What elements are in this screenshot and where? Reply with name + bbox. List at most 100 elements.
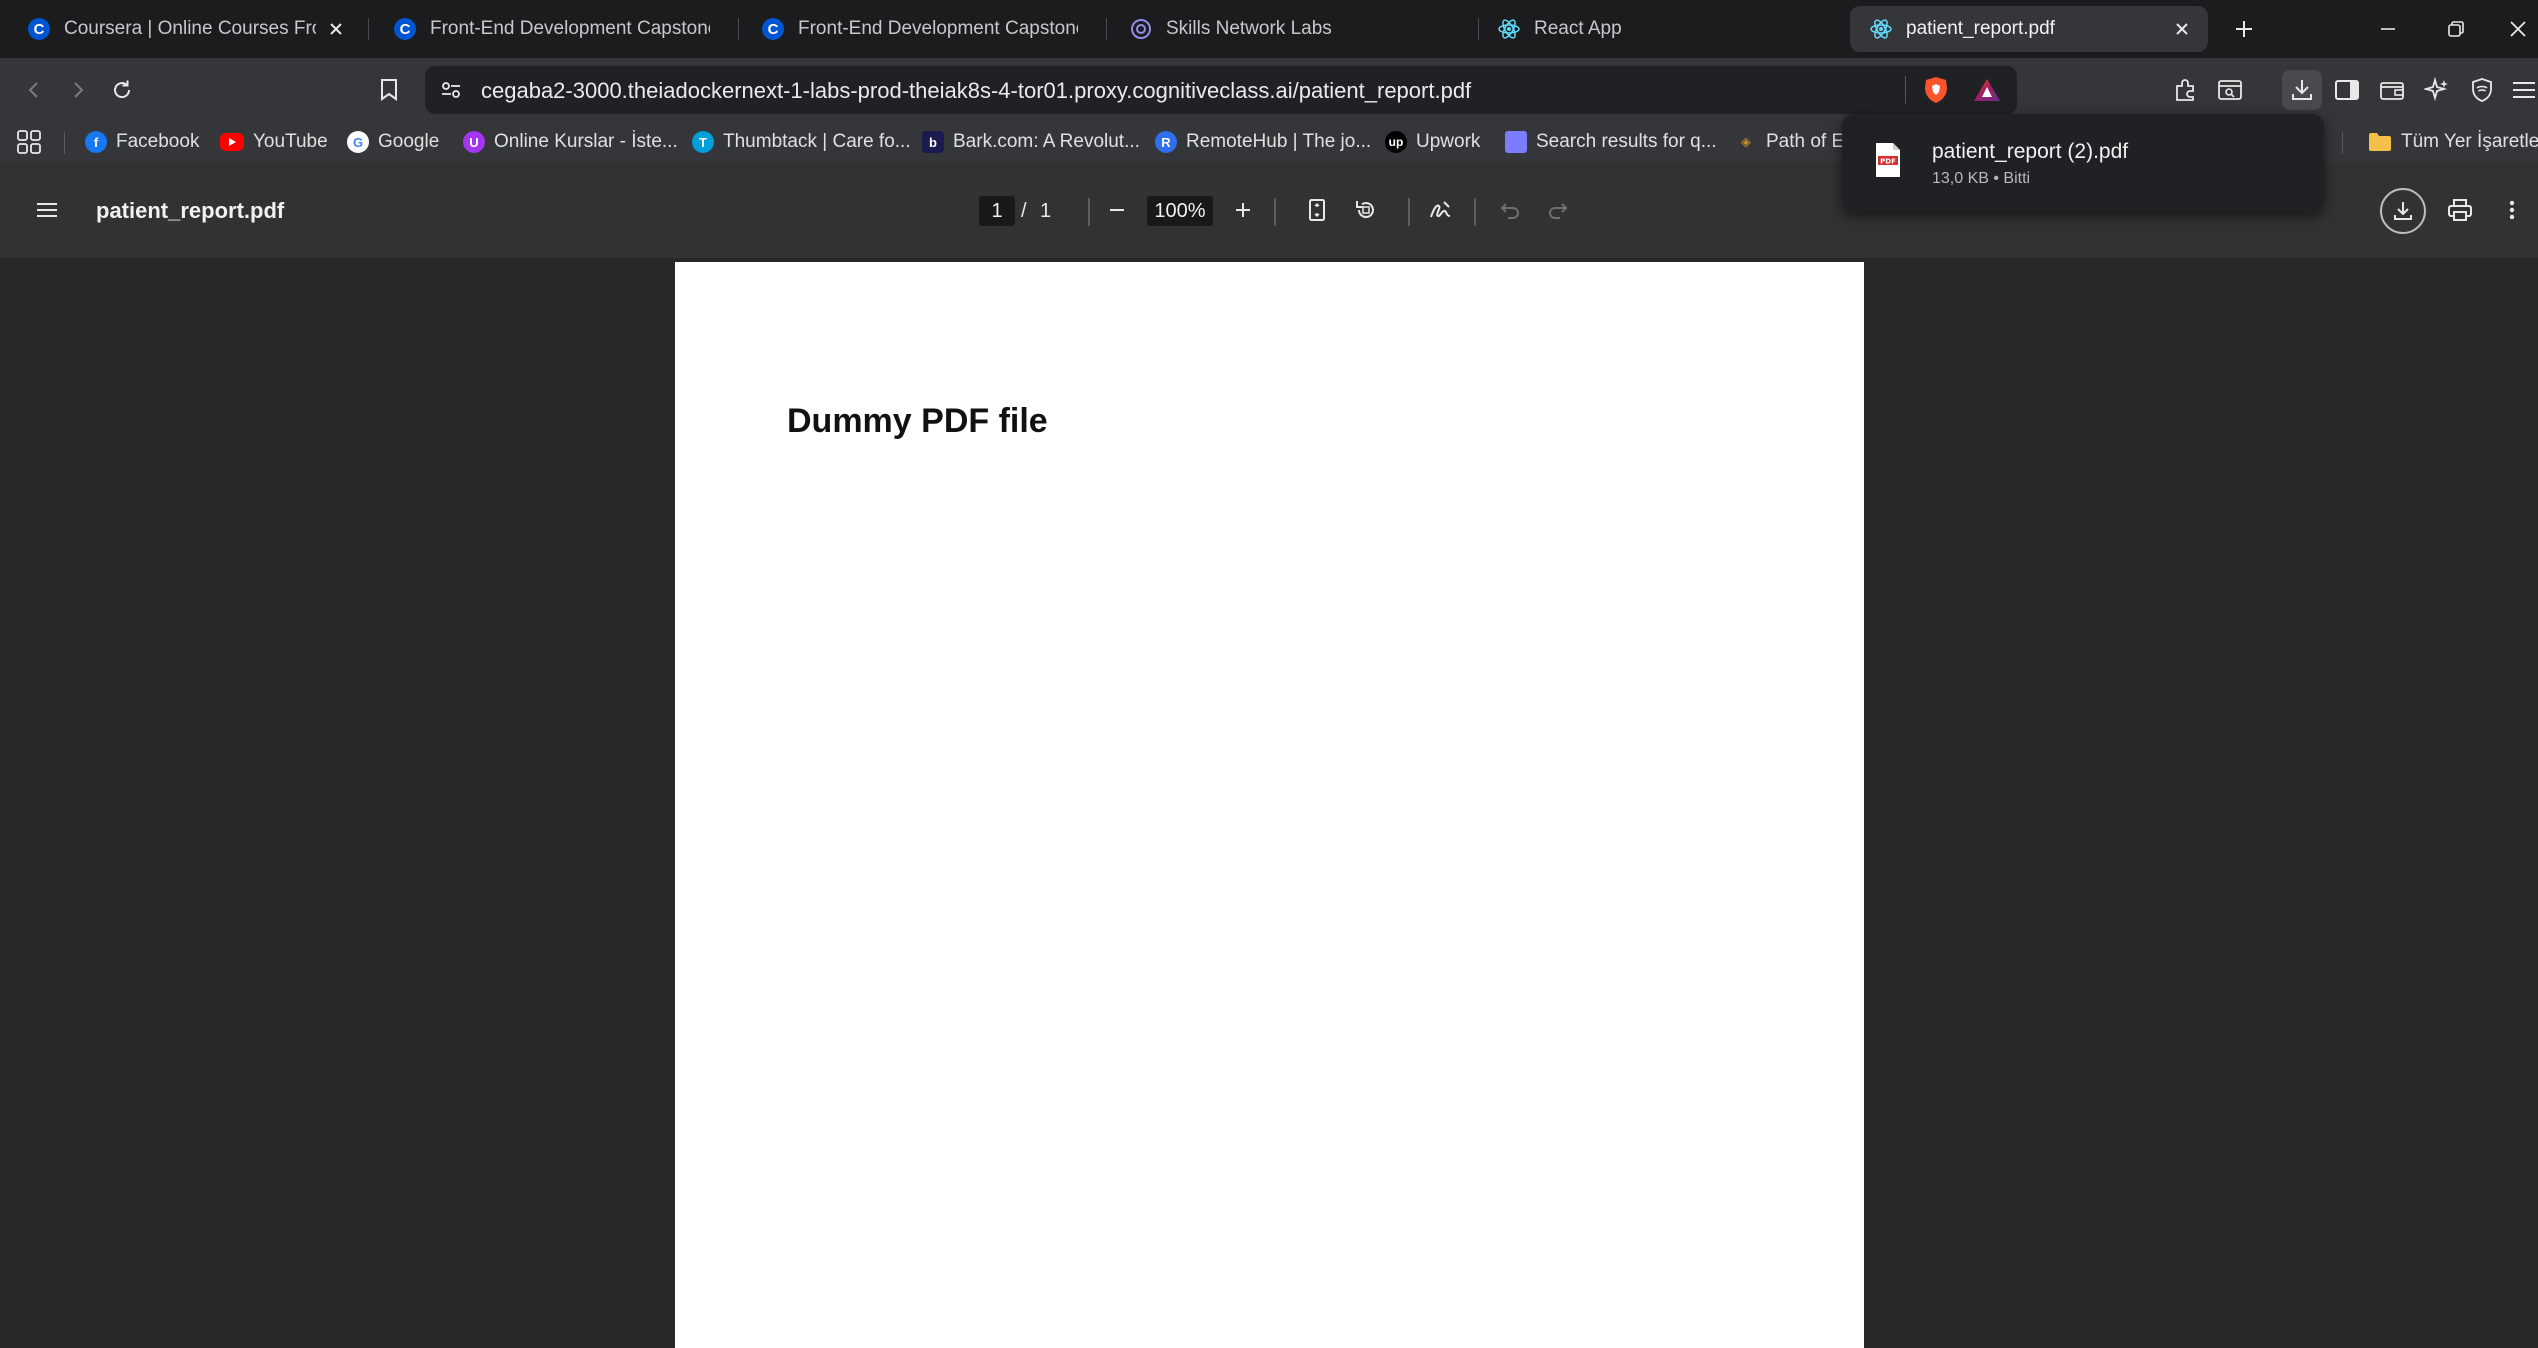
bookmark-label: Upwork — [1416, 131, 1481, 152]
search-tabs-icon[interactable] — [2210, 70, 2250, 110]
tab-title: patient_report.pdf — [1906, 18, 2055, 39]
tab-title: React App — [1534, 18, 1622, 39]
bookmark-label: YouTube — [253, 131, 328, 152]
apps-icon[interactable] — [16, 128, 42, 156]
pdf-page: Dummy PDF file — [675, 262, 1864, 1348]
reload-button[interactable] — [102, 70, 142, 110]
pdf-menu-icon[interactable] — [27, 190, 67, 230]
bookmark-facebook[interactable]: f Facebook — [85, 128, 199, 156]
tab-skills-network[interactable]: Skills Network Labs — [1110, 6, 1460, 52]
undo-icon[interactable] — [1490, 190, 1530, 230]
bookmarks-divider — [2342, 132, 2343, 154]
all-bookmarks-folder[interactable]: Tüm Yer İşaretleri — [2368, 128, 2538, 156]
tab-patient-report[interactable]: patient_report.pdf — [1850, 6, 2208, 52]
minimize-button[interactable] — [2366, 8, 2410, 50]
upwork-icon: up — [1385, 131, 1407, 153]
tab-divider — [368, 18, 369, 40]
tab-title: Front-End Development Capstone Pr — [798, 18, 1078, 39]
download-item[interactable]: PDF patient_report (2).pdf 13,0 KB • Bit… — [1842, 114, 2324, 212]
restore-button[interactable] — [2434, 8, 2478, 50]
tab-react-app[interactable]: React App — [1478, 6, 1828, 52]
rotate-icon[interactable] — [1346, 190, 1386, 230]
tab-divider — [1106, 18, 1107, 40]
google-icon: G — [347, 131, 369, 153]
address-bar[interactable]: cegaba2-3000.theiadockernext-1-labs-prod… — [425, 66, 2017, 114]
more-options-icon[interactable] — [2492, 190, 2532, 230]
omnibox-divider — [1905, 76, 1906, 104]
redo-icon[interactable] — [1538, 190, 1578, 230]
leo-ai-icon[interactable] — [2417, 70, 2457, 110]
print-icon[interactable] — [2440, 190, 2480, 230]
zoom-input[interactable]: 100% — [1147, 196, 1213, 226]
sidebar-toggle-icon[interactable] — [2327, 70, 2367, 110]
brave-rewards-icon[interactable] — [1973, 78, 2001, 102]
bookmark-page-icon[interactable] — [369, 70, 409, 110]
bookmark-search-results[interactable]: Search results for q... — [1505, 128, 1717, 156]
facebook-icon: f — [85, 131, 107, 153]
thumbtack-icon: T — [692, 131, 714, 153]
close-tab-icon[interactable] — [324, 17, 348, 41]
fit-page-icon[interactable] — [1297, 190, 1337, 230]
page-separator: / — [1021, 200, 1027, 222]
skills-network-icon — [1130, 18, 1152, 40]
tab-coursera[interactable]: C Coursera | Online Courses From — [8, 6, 362, 52]
bookmark-youtube[interactable]: YouTube — [220, 128, 328, 156]
bookmark-udemy[interactable]: U Online Kurslar - İste... — [463, 128, 678, 156]
path-of-exile-icon: ◈ — [1741, 134, 1751, 149]
page-total: 1 — [1040, 200, 1052, 222]
page-number-input[interactable]: 1 — [979, 196, 1015, 226]
bookmark-label: Search results for q... — [1536, 131, 1717, 152]
svg-text:PDF: PDF — [1880, 158, 1896, 166]
bookmark-label: Thumbtack | Care fo... — [723, 131, 911, 152]
main-menu-icon[interactable] — [2504, 70, 2538, 110]
bookmark-label: Path of E — [1766, 131, 1845, 152]
site-settings-icon[interactable] — [439, 78, 463, 102]
bookmarks-divider — [64, 132, 65, 154]
tab-title: Skills Network Labs — [1166, 18, 1332, 39]
pdf-page-heading: Dummy PDF file — [787, 402, 1048, 440]
pdf-toolbar-divider — [1274, 198, 1276, 226]
bookmark-path-of-exile[interactable]: ◈ Path of E — [1735, 128, 1844, 156]
remotehub-icon: R — [1155, 131, 1177, 153]
pdf-download-button[interactable] — [2380, 188, 2426, 234]
annotate-pen-icon[interactable] — [1421, 190, 1461, 230]
vpn-icon[interactable] — [2462, 70, 2502, 110]
brave-shields-icon[interactable] — [1923, 76, 1949, 104]
back-button[interactable] — [14, 70, 54, 110]
bookmark-thumbtack[interactable]: T Thumbtack | Care fo... — [692, 128, 911, 156]
bark-icon: b — [922, 131, 944, 153]
tab-title: Front-End Development Capstone Pr — [430, 18, 710, 39]
url-text: cegaba2-3000.theiadockernext-1-labs-prod… — [481, 78, 1472, 103]
bookmark-label: Facebook — [116, 131, 200, 152]
download-file-name: patient_report (2).pdf — [1932, 140, 2129, 163]
wallet-icon[interactable] — [2372, 70, 2412, 110]
new-tab-button[interactable] — [2222, 8, 2266, 50]
downloads-button[interactable] — [2282, 70, 2322, 110]
tab-strip: C Coursera | Online Courses From C Front… — [0, 0, 2538, 58]
tab-capstone-1[interactable]: C Front-End Development Capstone Pr — [374, 6, 724, 52]
coursera-icon: C — [394, 18, 416, 40]
pdf-document-area[interactable]: Dummy PDF file — [0, 258, 2538, 1348]
tab-capstone-2[interactable]: C Front-End Development Capstone Pr — [742, 6, 1092, 52]
bookmark-label: Google — [378, 131, 440, 152]
youtube-icon — [220, 133, 244, 151]
close-window-button[interactable] — [2496, 8, 2538, 50]
download-bubble: PDF patient_report (2).pdf 13,0 KB • Bit… — [1842, 114, 2324, 212]
pdf-toolbar-divider — [1088, 198, 1090, 226]
search-results-icon — [1505, 131, 1527, 153]
bookmark-label: Online Kurslar - İste... — [494, 131, 678, 152]
folder-icon — [2368, 132, 2392, 152]
bookmark-remotehub[interactable]: R RemoteHub | The jo... — [1155, 128, 1371, 156]
coursera-icon: C — [762, 18, 784, 40]
zoom-out-button[interactable] — [1097, 190, 1137, 230]
forward-button[interactable] — [58, 70, 98, 110]
download-status: 13,0 KB • Bitti — [1932, 170, 2031, 187]
bookmark-upwork[interactable]: up Upwork — [1385, 128, 1480, 156]
pdf-toolbar-divider — [1408, 198, 1410, 226]
bookmark-google[interactable]: G Google — [347, 128, 439, 156]
zoom-in-button[interactable] — [1223, 190, 1263, 230]
close-tab-icon[interactable] — [2170, 17, 2194, 41]
extensions-icon[interactable] — [2166, 70, 2206, 110]
react-icon — [1870, 18, 1892, 40]
bookmark-bark[interactable]: b Bark.com: A Revolut... — [922, 128, 1140, 156]
